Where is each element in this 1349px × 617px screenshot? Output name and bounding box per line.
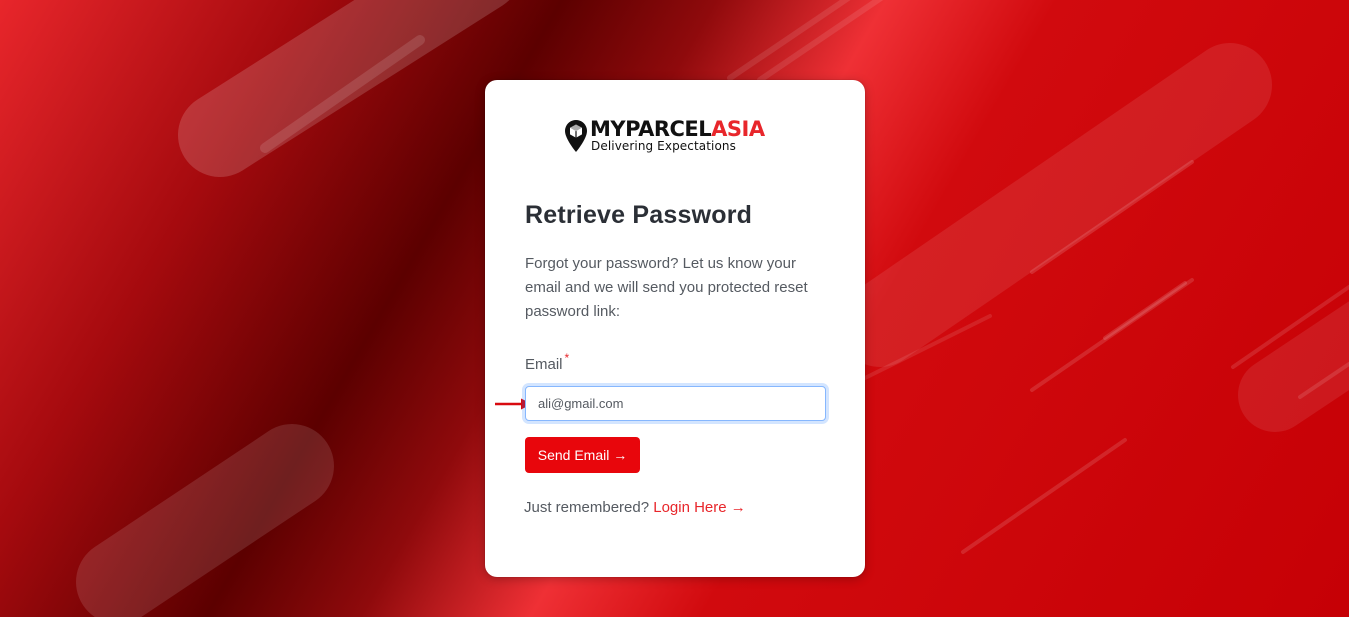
login-link[interactable]: Login Here → [653,499,746,516]
brand-name: MYPARCELASIA [590,117,765,141]
retrieve-password-card: MYPARCELASIA Delivering Expectations Ret… [485,80,865,577]
brand-name-part2: ASIA [711,117,765,141]
required-marker: * [564,351,570,365]
brand-name-part1: MYPARCEL [590,117,712,141]
email-input[interactable] [525,386,826,421]
login-prompt-text: Just remembered? [524,499,650,516]
send-email-button[interactable]: Send Email → [525,437,640,473]
email-label: Email * [525,351,569,373]
form-description: Forgot your password? Let us know your e… [525,255,808,320]
login-prompt: Just remembered? Login Here → [524,499,746,516]
page-title: Retrieve Password [525,201,753,229]
brand-tagline: Delivering Expectations [591,139,736,153]
location-pin-box-icon [565,120,587,152]
email-label-text: Email [525,356,563,373]
brand-logo: MYPARCELASIA Delivering Expectations [565,117,787,158]
